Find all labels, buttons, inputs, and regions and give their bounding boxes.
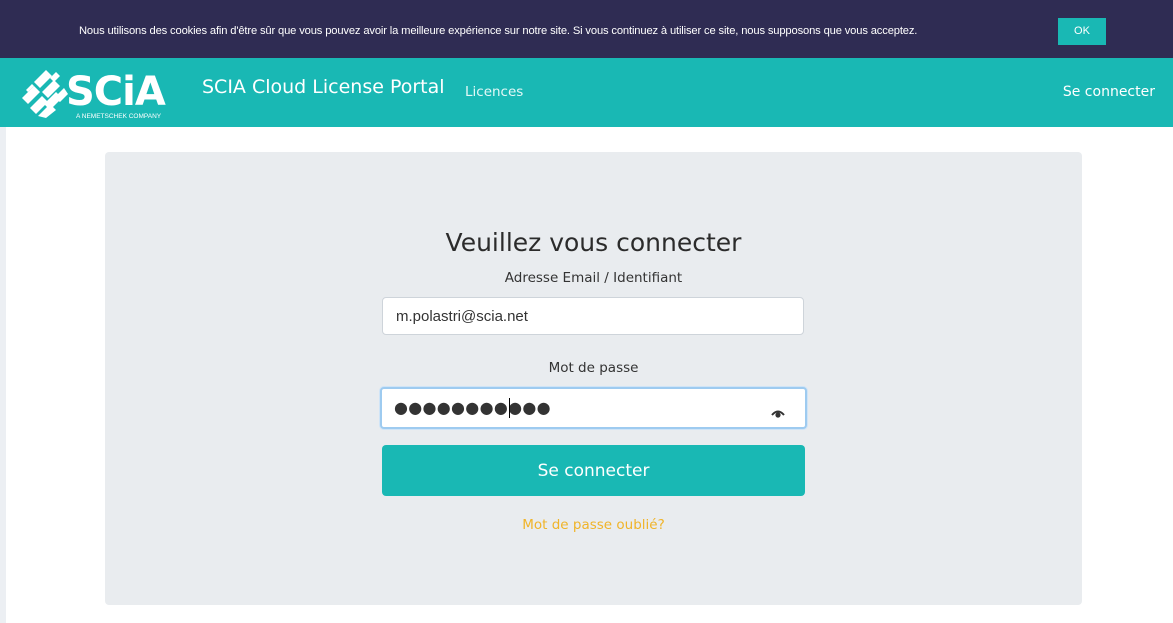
password-label: Mot de passe bbox=[548, 360, 639, 376]
logo-tagline: A NEMETSCHEK COMPANY bbox=[76, 113, 162, 120]
password-value: ●●●●●●●●●●● bbox=[394, 398, 551, 417]
password-field[interactable]: ●●●●●●●●●●● bbox=[380, 387, 807, 429]
email-field[interactable]: m.polastri@scia.net bbox=[382, 297, 804, 335]
login-title: Veuillez vous connecter bbox=[445, 228, 742, 257]
logo-wordmark: SCiA bbox=[66, 69, 166, 115]
portal-title: SCIA Cloud License Portal bbox=[202, 76, 445, 98]
page-left-edge bbox=[0, 127, 6, 623]
login-card: Veuillez vous connecter Adresse Email / … bbox=[105, 152, 1082, 605]
site-header: SCiA A NEMETSCHEK COMPANY SCIA Cloud Lic… bbox=[0, 58, 1173, 127]
email-value: m.polastri@scia.net bbox=[396, 308, 528, 325]
login-submit-button[interactable]: Se connecter bbox=[382, 445, 805, 496]
forgot-password-link[interactable]: Mot de passe oublié? bbox=[105, 517, 1082, 533]
cookie-ok-button[interactable]: OK bbox=[1058, 18, 1106, 45]
nav-login-link[interactable]: Se connecter bbox=[1063, 84, 1155, 100]
email-label: Adresse Email / Identifiant bbox=[504, 270, 683, 286]
eye-icon[interactable] bbox=[771, 403, 785, 418]
text-caret bbox=[509, 398, 510, 418]
cookie-message: Nous utilisons des cookies afin d'être s… bbox=[79, 25, 918, 37]
cookie-banner: Nous utilisons des cookies afin d'être s… bbox=[0, 0, 1173, 58]
scia-logo-icon[interactable]: SCiA A NEMETSCHEK COMPANY bbox=[20, 64, 200, 120]
nav-licences-link[interactable]: Licences bbox=[465, 84, 523, 100]
